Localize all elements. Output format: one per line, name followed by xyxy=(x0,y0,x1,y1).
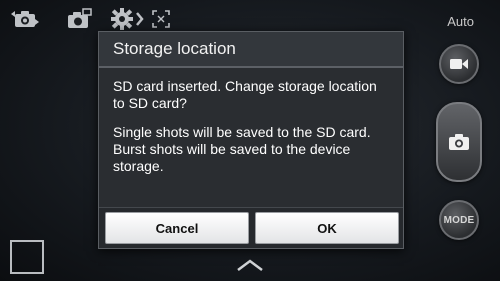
gear-icon[interactable] xyxy=(108,6,148,32)
camera-icon xyxy=(449,134,469,150)
video-record-button[interactable] xyxy=(439,44,479,84)
mode-button[interactable]: MODE xyxy=(439,200,479,240)
cancel-button[interactable]: Cancel xyxy=(105,212,249,244)
dialog-message-sd-inserted: SD card inserted. Change storage locatio… xyxy=(113,78,377,111)
storage-location-dialog: Storage location SD card inserted. Chang… xyxy=(98,31,404,249)
dialog-body: SD card inserted. Change storage locatio… xyxy=(99,68,403,175)
dialog-message-save-info: Single shots will be saved to the SD car… xyxy=(113,124,371,174)
switch-camera-icon[interactable] xyxy=(8,6,42,32)
chevron-up-icon[interactable] xyxy=(236,258,264,277)
dialog-button-bar: Cancel OK xyxy=(99,207,403,248)
mode-button-label: MODE xyxy=(443,214,475,226)
mode-status-label: Auto xyxy=(447,14,474,29)
shutter-button[interactable] xyxy=(436,102,482,182)
camera-shortcut-icon[interactable] xyxy=(62,6,96,32)
gallery-thumbnail[interactable] xyxy=(10,240,44,274)
ok-button[interactable]: OK xyxy=(255,212,399,244)
focus-icon[interactable] xyxy=(148,6,174,32)
video-camera-icon xyxy=(450,59,468,69)
dialog-title: Storage location xyxy=(99,32,403,68)
